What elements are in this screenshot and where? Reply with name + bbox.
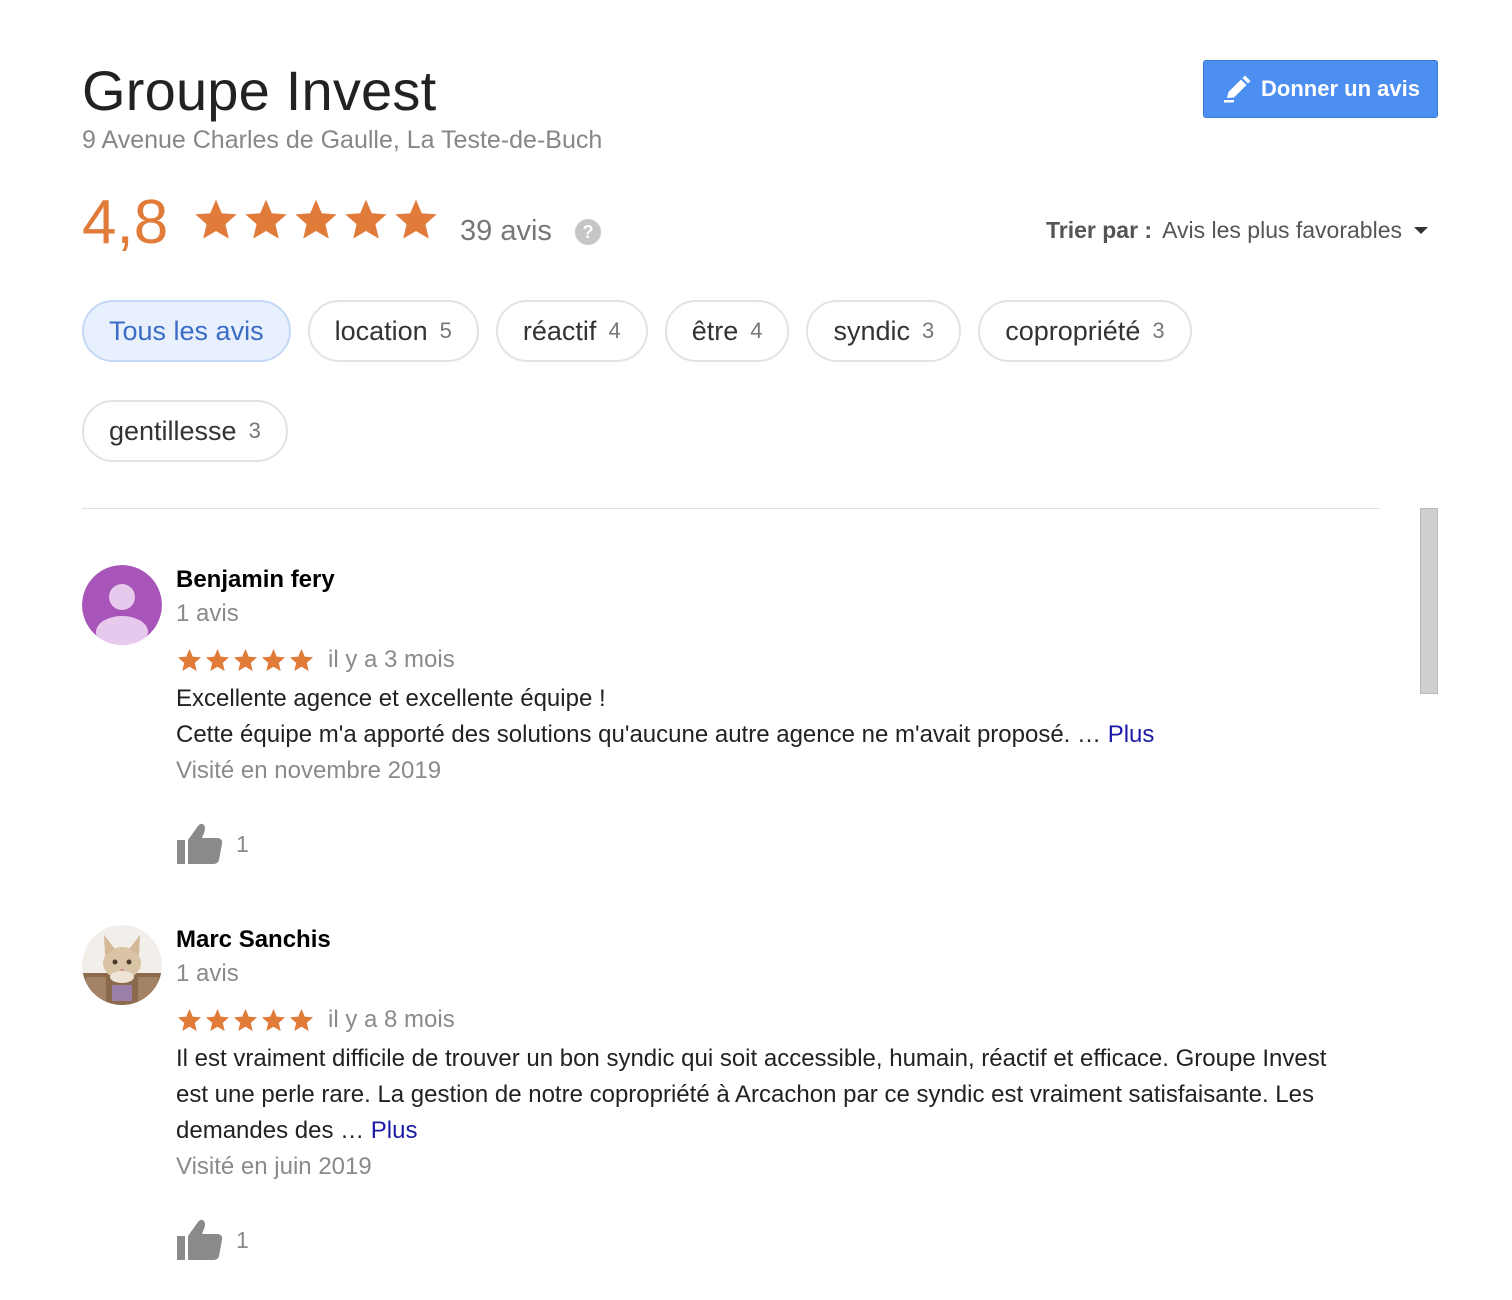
chip-gentillesse[interactable]: gentillesse 3: [82, 400, 288, 462]
star-icon: [233, 1008, 258, 1031]
average-rating: 4,8: [82, 188, 169, 257]
cat-photo-avatar[interactable]: [82, 925, 162, 1005]
chip-count: 4: [750, 318, 763, 343]
chip-label: gentillesse: [109, 415, 237, 446]
visit-date: Visité en juin 2019: [176, 1153, 372, 1180]
reviewer-review-count: 1 avis: [176, 960, 239, 987]
like-count: 1: [236, 1226, 249, 1253]
star-icon: [177, 1008, 202, 1031]
review-body: Benjamin fery 1 avis il y a 3 mois Excel…: [176, 565, 1376, 867]
star-icon: [295, 199, 337, 239]
star-icon: [245, 199, 287, 239]
chip-label: location: [334, 315, 428, 346]
star-icon: [395, 199, 437, 239]
chip-reactif[interactable]: réactif 4: [495, 300, 648, 362]
write-review-label: Donner un avis: [1261, 76, 1420, 101]
star-icon: [289, 648, 314, 671]
review-stars: [176, 647, 315, 674]
chip-all-reviews[interactable]: Tous les avis: [82, 300, 291, 362]
reviewer-review-count: 1 avis: [176, 600, 239, 627]
review-text: Il est vraiment difficile de trouver un …: [176, 1041, 1356, 1149]
star-icon: [177, 648, 202, 671]
chip-count: 4: [608, 318, 621, 343]
business-address: 9 Avenue Charles de Gaulle, La Teste-de-…: [82, 126, 603, 154]
pencil-icon: [1221, 73, 1253, 105]
sort-value: Avis les plus favorables: [1162, 217, 1402, 243]
like-row: 1: [176, 1217, 1376, 1263]
reviewer-name[interactable]: Marc Sanchis: [176, 925, 1376, 955]
review-date: il y a 8 mois: [328, 1006, 455, 1033]
review-count: 39 avis: [460, 215, 552, 247]
review-date: il y a 3 mois: [328, 646, 455, 673]
chip-label: syndic: [833, 315, 910, 346]
chip-count: 3: [1152, 318, 1165, 343]
chip-label: copropriété: [1005, 315, 1141, 346]
review-text-line: Cette équipe m'a apporté des solutions q…: [176, 717, 1376, 753]
write-review-button[interactable]: Donner un avis: [1203, 60, 1438, 118]
read-more-link[interactable]: Plus: [371, 1117, 418, 1144]
person-avatar-icon[interactable]: [82, 565, 162, 645]
reviewer-name[interactable]: Benjamin fery: [176, 565, 1376, 595]
review-text: Excellente agence et excellente équipe !…: [176, 681, 1376, 753]
chip-count: 3: [922, 318, 935, 343]
divider: [82, 508, 1380, 509]
review-rating-row: il y a 8 mois: [176, 1003, 1376, 1037]
star-icon: [345, 199, 387, 239]
chip-label: Tous les avis: [109, 315, 264, 346]
star-icon: [205, 648, 230, 671]
star-icon: [233, 648, 258, 671]
visit-date: Visité en novembre 2019: [176, 757, 442, 784]
chip-count: 3: [248, 418, 261, 443]
review-stars: [176, 1007, 315, 1034]
thumbs-up-icon[interactable]: [176, 1218, 224, 1262]
rating-stars: [192, 196, 440, 244]
read-more-link[interactable]: Plus: [1108, 721, 1155, 748]
star-icon: [261, 1008, 286, 1031]
chip-location[interactable]: location 5: [307, 300, 479, 362]
like-row: 1: [176, 821, 1376, 867]
like-count: 1: [236, 830, 249, 857]
review-rating-row: il y a 3 mois: [176, 643, 1376, 677]
chip-count: 5: [439, 318, 452, 343]
star-icon: [195, 199, 237, 239]
sort-dropdown[interactable]: Trier par : Avis les plus favorables: [1046, 215, 1428, 245]
help-icon[interactable]: ?: [575, 219, 601, 245]
star-icon: [289, 1008, 314, 1031]
chip-syndic[interactable]: syndic 3: [806, 300, 962, 362]
chevron-down-icon: [1414, 226, 1428, 234]
business-title: Groupe Invest: [82, 59, 437, 122]
reviews-page: Groupe Invest 9 Avenue Charles de Gaulle…: [0, 0, 1512, 1300]
star-icon: [205, 1008, 230, 1031]
scrollbar-thumb[interactable]: [1420, 508, 1438, 694]
chip-label: réactif: [522, 315, 597, 346]
sort-label: Trier par :: [1045, 217, 1153, 243]
chip-copropriete[interactable]: copropriété 3: [978, 300, 1192, 362]
review-text-line: Excellente agence et excellente équipe !: [176, 685, 606, 712]
chip-label: être: [691, 315, 739, 346]
review-text-content: Il est vraiment difficile de trouver un …: [176, 1045, 1327, 1144]
thumbs-up-icon[interactable]: [176, 822, 224, 866]
chip-etre[interactable]: être 4: [664, 300, 790, 362]
review-body: Marc Sanchis 1 avis il y a 8 mois Il est…: [176, 925, 1376, 1263]
review-text-line-content: Cette équipe m'a apporté des solutions q…: [176, 721, 1108, 748]
topic-filter-chips: Tous les avis location 5 réactif 4 être …: [82, 300, 1262, 462]
star-icon: [261, 648, 286, 671]
